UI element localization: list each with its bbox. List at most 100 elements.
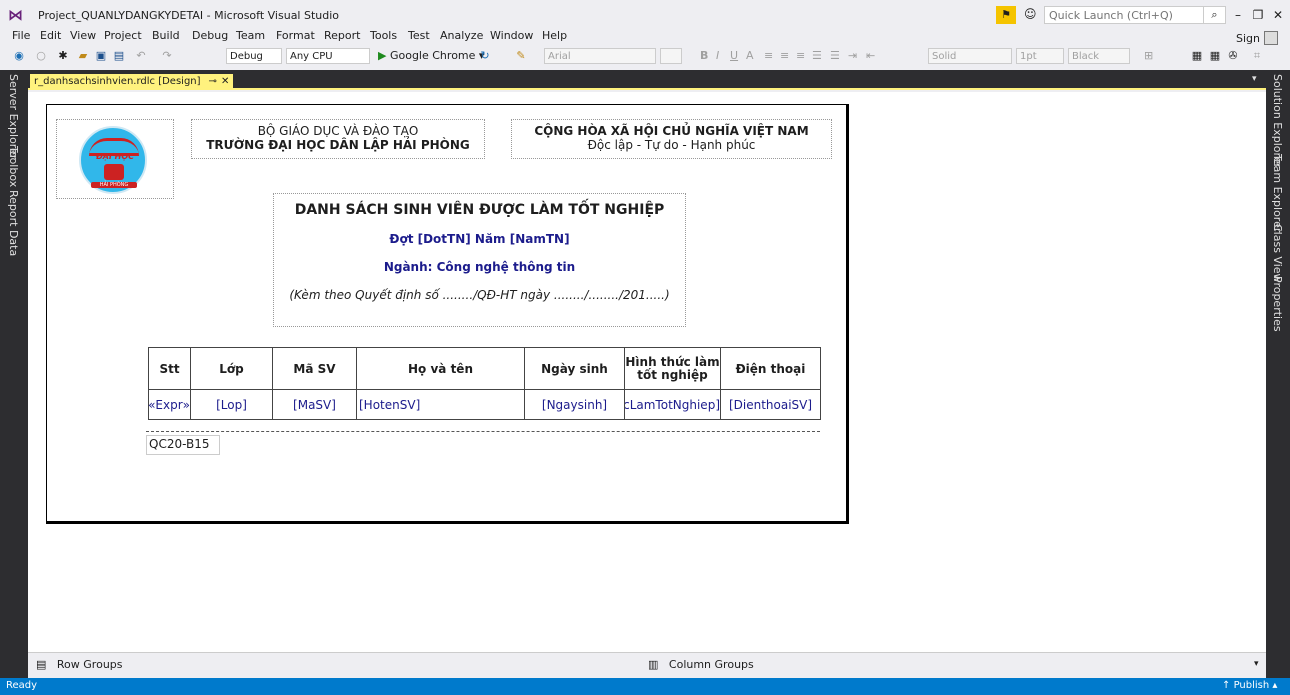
menu-edit[interactable]: Edit xyxy=(40,29,61,42)
minimize-button[interactable]: – xyxy=(1228,6,1248,24)
report-body-icon[interactable]: ▦ xyxy=(1190,48,1204,64)
save-icon[interactable]: ▣ xyxy=(94,48,108,64)
numbered-list-icon[interactable]: ☰ xyxy=(812,48,822,64)
national-motto-textbox[interactable]: CỘNG HÒA XÃ HỘI CHỦ NGHĨA VIỆT NAM Độc l… xyxy=(511,119,832,159)
row-groups-header[interactable]: ▤ Row Groups xyxy=(36,658,123,671)
logo-emblem xyxy=(104,164,124,180)
menu-help[interactable]: Help xyxy=(542,29,567,42)
navigate-back-icon[interactable]: ◉ xyxy=(12,48,26,64)
menu-debug[interactable]: Debug xyxy=(192,29,228,42)
properties-wrench-icon[interactable]: ✇ xyxy=(1226,48,1240,64)
cell-full-name[interactable]: [HotenSV] xyxy=(356,389,525,420)
bold-icon[interactable]: B xyxy=(700,48,708,64)
font-size-select[interactable] xyxy=(660,48,682,64)
browser-link-icon[interactable]: ✎ xyxy=(514,48,528,64)
account-icon[interactable] xyxy=(1264,31,1278,45)
document-tab-label: r_danhsachsinhvien.rdlc [Design] xyxy=(34,76,201,87)
line-style-select[interactable]: Solid xyxy=(928,48,1012,64)
cell-graduation-form[interactable]: [HinhThucLamTotNghiep] xyxy=(624,389,721,420)
open-file-icon[interactable]: ▰ xyxy=(76,48,90,64)
solution-config-select[interactable]: Debug xyxy=(226,48,282,64)
font-family-select[interactable]: Arial xyxy=(544,48,656,64)
line-width-select[interactable]: 1pt xyxy=(1016,48,1064,64)
header-phone[interactable]: Điện thoại xyxy=(720,347,821,390)
row-groups-icon: ▤ xyxy=(36,658,47,671)
header-student-id[interactable]: Mã SV xyxy=(272,347,357,390)
italic-icon[interactable]: I xyxy=(716,48,719,64)
header-graduation-form[interactable]: Hình thức làm tốt nghiệp xyxy=(624,347,721,390)
menu-project[interactable]: Project xyxy=(104,29,142,42)
underline-icon[interactable]: U xyxy=(730,48,738,64)
report-title-textbox[interactable]: DANH SÁCH SINH VIÊN ĐƯỢC LÀM TỐT NGHIỆP … xyxy=(273,193,686,327)
quick-launch-input[interactable] xyxy=(1044,6,1204,24)
redo-icon[interactable]: ↷ xyxy=(160,48,174,64)
class-view-tab[interactable]: Class View xyxy=(1271,224,1284,283)
navigate-forward-icon[interactable]: ○ xyxy=(34,48,48,64)
header-class[interactable]: Lớp xyxy=(190,347,273,390)
page-header-icon[interactable]: ▦ xyxy=(1208,48,1222,64)
close-tab-icon[interactable]: ✕ xyxy=(221,76,229,87)
left-tool-window-bar: Server Explorer Toolbox Report Data xyxy=(0,70,28,678)
menu-team[interactable]: Team xyxy=(236,29,265,42)
bullet-list-icon[interactable]: ☰ xyxy=(830,48,840,64)
grouping-pane: ▤ Row Groups ▥ Column Groups ▾ xyxy=(28,652,1266,678)
report-decision-note: (Kèm theo Quyết định số ......../QĐ-HT n… xyxy=(289,288,670,302)
header-full-name[interactable]: Họ và tên xyxy=(356,347,525,390)
align-left-icon[interactable]: ≡ xyxy=(764,48,773,64)
header-stt[interactable]: Stt xyxy=(148,347,191,390)
grouping-dropdown-icon[interactable]: ▾ xyxy=(1254,659,1259,669)
align-right-icon[interactable]: ≡ xyxy=(796,48,805,64)
feedback-icon[interactable]: ☺ xyxy=(1024,7,1040,23)
search-icon[interactable]: ⌕ xyxy=(1204,6,1226,24)
cell-class[interactable]: [Lop] xyxy=(190,389,273,420)
cell-birth-date[interactable]: [Ngaysinh] xyxy=(524,389,625,420)
menu-view[interactable]: View xyxy=(70,29,96,42)
menu-format[interactable]: Format xyxy=(276,29,315,42)
borders-icon[interactable]: ⊞ xyxy=(1144,48,1153,64)
toolbox-tab[interactable]: Toolbox xyxy=(7,146,20,187)
refresh-icon[interactable]: ↻ xyxy=(478,48,492,64)
report-body[interactable]: ĐẠI HỌC HẢI PHÒNG BỘ GIÁO DỤC VÀ ĐÀO TẠO… xyxy=(46,104,849,524)
tab-list-dropdown-icon[interactable]: ▾ xyxy=(1252,74,1257,84)
cell-student-id[interactable]: [MaSV] xyxy=(272,389,357,420)
report-design-surface: ĐẠI HỌC HẢI PHÒNG BỘ GIÁO DỤC VÀ ĐÀO TẠO… xyxy=(28,92,1266,652)
menu-tools[interactable]: Tools xyxy=(370,29,397,42)
menu-build[interactable]: Build xyxy=(152,29,180,42)
close-window-button[interactable]: ✕ xyxy=(1268,6,1288,24)
report-data-tab[interactable]: Report Data xyxy=(7,190,20,256)
solution-platform-select[interactable]: Any CPU xyxy=(286,48,370,64)
pin-icon[interactable]: ⊸ xyxy=(209,76,217,87)
outdent-icon[interactable]: ⇤ xyxy=(866,48,875,64)
logo-image-box[interactable]: ĐẠI HỌC HẢI PHÒNG xyxy=(56,119,174,199)
properties-tab[interactable]: Properties xyxy=(1271,276,1284,332)
font-color-icon[interactable]: A xyxy=(746,48,754,64)
column-groups-header[interactable]: ▥ Column Groups xyxy=(648,658,754,671)
menu-window[interactable]: Window xyxy=(490,29,533,42)
undo-icon[interactable]: ↶ xyxy=(134,48,148,64)
menu-test[interactable]: Test xyxy=(408,29,430,42)
header-birth-date[interactable]: Ngày sinh xyxy=(524,347,625,390)
start-debugging-button[interactable]: ▶ Google Chrome ▾ xyxy=(378,48,484,64)
grid-icon[interactable]: ⌗ xyxy=(1250,48,1264,64)
cell-phone[interactable]: [DienthoaiSV] xyxy=(720,389,821,420)
team-explorer-tab[interactable]: Team Explorer xyxy=(1271,154,1284,232)
save-all-icon[interactable]: ▤ xyxy=(112,48,126,64)
visual-studio-logo-icon: ⋈ xyxy=(8,6,23,24)
school-textbox[interactable]: BỘ GIÁO DỤC VÀ ĐÀO TẠO TRƯỜNG ĐẠI HỌC DÂ… xyxy=(191,119,485,159)
menu-report[interactable]: Report xyxy=(324,29,360,42)
indent-icon[interactable]: ⇥ xyxy=(848,48,857,64)
restore-button[interactable]: ❐ xyxy=(1248,6,1268,24)
align-center-icon[interactable]: ≡ xyxy=(780,48,789,64)
new-project-icon[interactable]: ✱ xyxy=(56,48,70,64)
menu-analyze[interactable]: Analyze xyxy=(440,29,483,42)
publish-button[interactable]: ↑ Publish ▴ xyxy=(1222,680,1277,691)
cell-stt-expr[interactable]: «Expr» xyxy=(148,389,191,420)
notification-flag-icon[interactable]: ⚑ xyxy=(996,6,1016,24)
form-code-textbox[interactable]: QC20-B15 xyxy=(146,435,220,455)
column-groups-icon: ▥ xyxy=(648,658,659,671)
line-color-select[interactable]: Black xyxy=(1068,48,1130,64)
country-name: CỘNG HÒA XÃ HỘI CHỦ NGHĨA VIỆT NAM xyxy=(534,124,809,138)
document-tab[interactable]: r_danhsachsinhvien.rdlc [Design] ⊸ ✕ xyxy=(30,74,234,90)
students-tablix[interactable]: Stt Lớp Mã SV Họ và tên Ngày sinh Hình t… xyxy=(148,347,821,420)
menu-file[interactable]: File xyxy=(12,29,30,42)
